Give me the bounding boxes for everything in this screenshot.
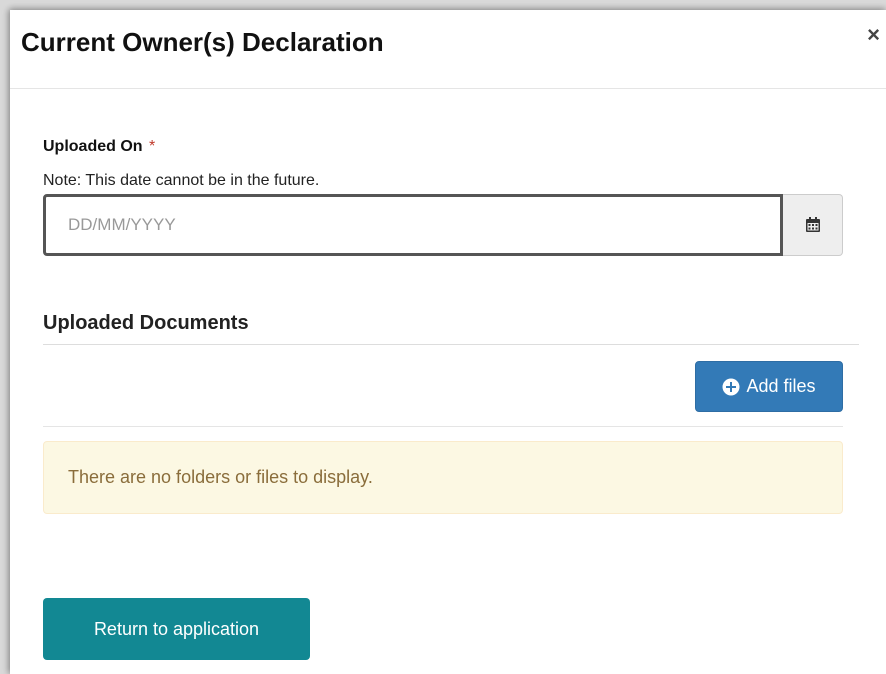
required-mark: * (149, 138, 156, 155)
declaration-modal: Current Owner(s) Declaration × Uploaded … (10, 10, 886, 674)
date-note: Note: This date cannot be in the future. (43, 172, 320, 189)
date-input-group (43, 194, 843, 256)
empty-files-alert: There are no folders or files to display… (43, 441, 843, 514)
section-divider (43, 344, 859, 345)
empty-files-message: There are no folders or files to display… (68, 467, 373, 487)
close-button[interactable]: × (867, 24, 880, 46)
return-to-application-button[interactable]: Return to application (43, 598, 310, 660)
modal-header: Current Owner(s) Declaration × (10, 10, 886, 89)
toolbar-divider (43, 426, 843, 427)
calendar-icon (805, 217, 820, 232)
add-files-label: Add files (746, 376, 816, 396)
plus-circle-icon (722, 378, 740, 395)
uploaded-on-label: Uploaded On * (43, 138, 155, 156)
uploaded-on-label-text: Uploaded On (43, 138, 143, 155)
calendar-button[interactable] (783, 194, 843, 256)
uploaded-documents-title: Uploaded Documents (43, 312, 249, 334)
modal-title: Current Owner(s) Declaration (21, 27, 384, 57)
uploaded-on-date-input[interactable] (43, 194, 783, 256)
add-files-button[interactable]: Add files (695, 361, 843, 412)
